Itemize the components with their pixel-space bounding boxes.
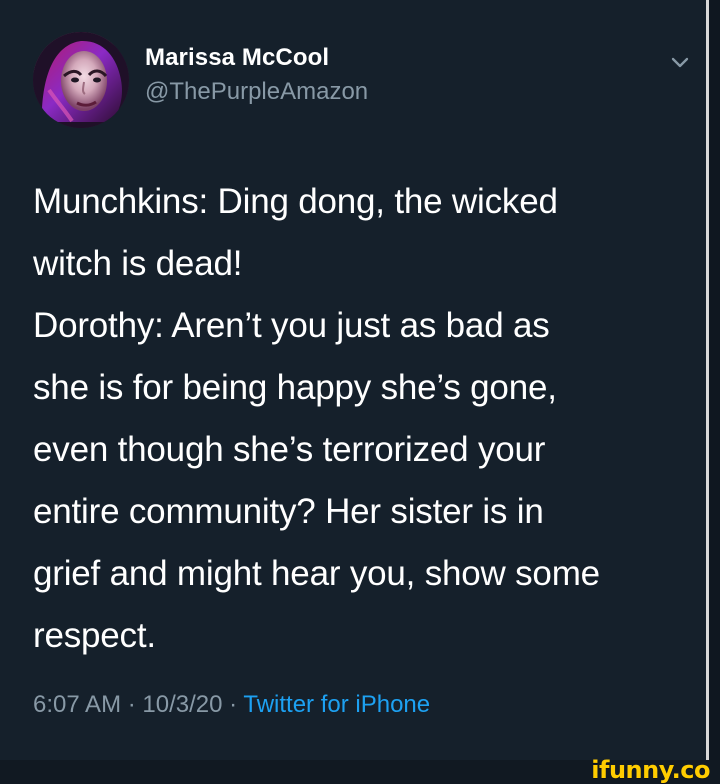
tweet-header: Marissa McCool @ThePurpleAmazon [33,32,693,128]
profile-avatar[interactable] [33,32,129,128]
watermark-bar: ifunny.co [0,756,720,784]
display-name[interactable]: Marissa McCool [145,44,605,72]
right-edge-strip [709,0,720,784]
chevron-down-icon[interactable] [667,50,693,76]
tweet-meta: 6:07 AM · 10/3/20 · Twitter for iPhone [33,688,430,722]
meta-separator: · [222,691,244,718]
tweet-source-link[interactable]: Twitter for iPhone [243,691,430,718]
tweet-text: Munchkins: Ding dong, the wicked witch i… [33,182,600,655]
tweet-date[interactable]: 10/3/20 [142,691,222,718]
avatar-image [33,32,129,128]
ifunny-watermark: ifunny.co [591,756,710,784]
tweet-card: Marissa McCool @ThePurpleAmazon Munchkin… [0,0,706,761]
tweet-time[interactable]: 6:07 AM [33,691,121,718]
user-handle[interactable]: @ThePurpleAmazon [145,78,605,106]
meta-separator: · [121,691,143,718]
user-info[interactable]: Marissa McCool @ThePurpleAmazon [145,44,605,106]
